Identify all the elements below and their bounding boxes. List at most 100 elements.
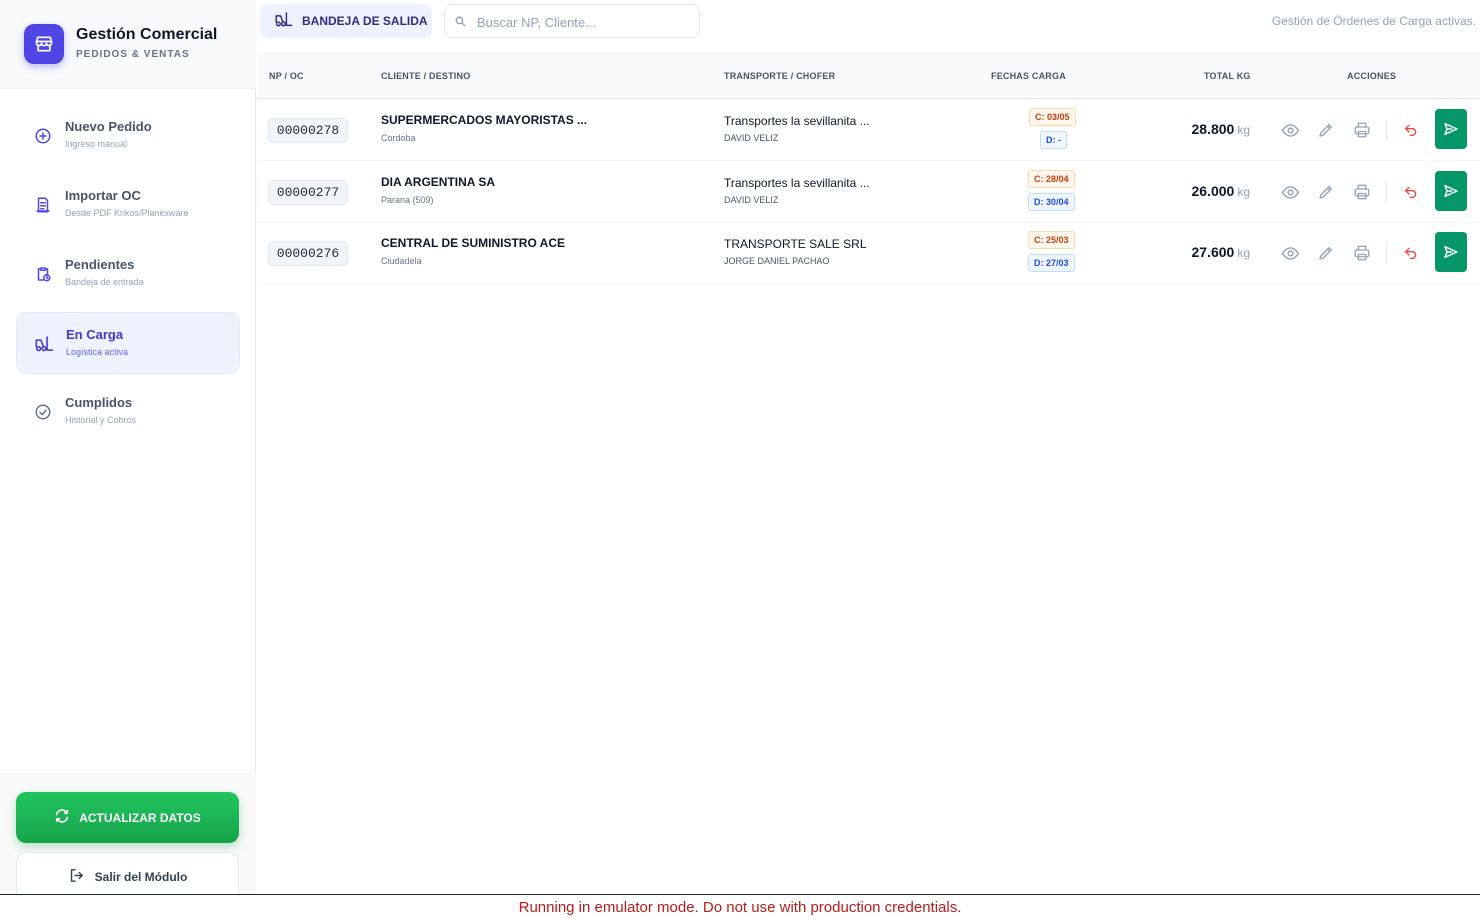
- view-icon[interactable]: [1279, 119, 1301, 141]
- emulator-warning-text: Running in emulator mode. Do not use wit…: [518, 899, 962, 916]
- search-input[interactable]: [477, 12, 692, 32]
- sidebar-item-sublabel: Bandeja de entrada: [65, 277, 144, 287]
- kg-unit: kg: [1237, 246, 1250, 260]
- kg-unit: kg: [1237, 185, 1250, 199]
- sidebar-item-sublabel: Ingreso manual: [65, 139, 128, 149]
- client-destination: Parana (509): [381, 195, 434, 205]
- total-kg-value: 26.000: [1191, 183, 1235, 199]
- divider: [1386, 120, 1387, 140]
- load-date-badge: C: 03/05: [1029, 108, 1076, 126]
- sidebar-nav: Nuevo Pedido Ingreso manual Importar OC …: [16, 105, 240, 450]
- forklift-icon: [33, 333, 55, 355]
- print-icon[interactable]: [1351, 181, 1373, 203]
- sidebar-item-sublabel: Logística activa: [66, 347, 129, 357]
- view-icon[interactable]: [1279, 242, 1301, 264]
- exit-module-label: Salir del Módulo: [94, 870, 188, 884]
- store-icon: [24, 24, 64, 64]
- edit-icon[interactable]: [1315, 181, 1337, 203]
- load-date-badge: C: 28/04: [1028, 170, 1075, 188]
- sidebar-item-label: En Carga: [66, 327, 124, 342]
- brand-title: Gestión Comercial: [76, 26, 218, 43]
- logout-icon: [68, 867, 85, 887]
- edit-icon[interactable]: [1315, 242, 1337, 264]
- clipboard-clock-icon: [32, 263, 54, 285]
- order-number: 00000276: [268, 241, 348, 266]
- delivery-date-badge: D: 27/03: [1028, 254, 1075, 272]
- refresh-data-label: ACTUALIZAR DATOS: [79, 810, 201, 825]
- column-header-transporte: TRANSPORTE / CHOFER: [724, 71, 836, 81]
- column-header-total-kg: TOTAL KG: [1204, 71, 1251, 81]
- divider: [1386, 243, 1387, 263]
- table-row: 00000277 DIA ARGENTINA SA Parana (509) T…: [257, 161, 1480, 223]
- client-name: DIA ARGENTINA SA: [381, 175, 495, 189]
- column-header-cliente: CLIENTE / DESTINO: [381, 71, 471, 81]
- sidebar-item-nuevo-pedido[interactable]: Nuevo Pedido Ingreso manual: [16, 105, 240, 167]
- refresh-icon: [54, 808, 70, 827]
- document-import-icon: [32, 194, 54, 216]
- tab-bandeja-de-salida[interactable]: BANDEJA DE SALIDA: [260, 4, 432, 38]
- divider: [1386, 182, 1387, 202]
- edit-icon[interactable]: [1315, 119, 1337, 141]
- column-header-np: NP / OC: [269, 71, 304, 81]
- table-row: 00000276 CENTRAL DE SUMINISTRO ACE Ciuda…: [257, 222, 1480, 284]
- emulator-warning-banner: Running in emulator mode. Do not use wit…: [0, 894, 1480, 920]
- top-bar: BANDEJA DE SALIDA Gestión de Órdenes de …: [257, 0, 1480, 45]
- total-kg-value: 28.800: [1191, 121, 1235, 137]
- undo-icon[interactable]: [1400, 242, 1422, 264]
- kg-unit: kg: [1237, 123, 1250, 137]
- sidebar: Gestión Comercial PEDIDOS & VENTAS Nuevo…: [0, 0, 256, 902]
- order-number: 00000277: [268, 180, 348, 205]
- delivery-date-badge: D: 30/04: [1028, 193, 1075, 211]
- send-button[interactable]: [1435, 171, 1467, 211]
- search-box: [444, 4, 700, 38]
- driver-name: DAVID VELIZ: [724, 195, 779, 205]
- view-icon[interactable]: [1279, 181, 1301, 203]
- search-icon: [454, 15, 467, 33]
- check-circle-icon: [32, 401, 54, 423]
- column-header-acciones: ACCIONES: [1347, 71, 1397, 81]
- client-name: SUPERMERCADOS MAYORISTAS ...: [381, 113, 588, 127]
- refresh-data-button[interactable]: ACTUALIZAR DATOS: [16, 792, 239, 843]
- send-button[interactable]: [1435, 109, 1467, 149]
- delivery-date-badge: D: -: [1040, 131, 1067, 149]
- brand-subtitle: PEDIDOS & VENTAS: [76, 49, 190, 60]
- sidebar-item-label: Pendientes: [65, 257, 135, 272]
- plus-circle-icon: [32, 125, 54, 147]
- sidebar-item-label: Cumplidos: [65, 395, 133, 410]
- sidebar-item-en-carga[interactable]: En Carga Logística activa: [16, 312, 240, 374]
- total-kg-value: 27.600: [1191, 244, 1235, 260]
- total-kg: 27.600 kg: [1191, 244, 1250, 260]
- sidebar-item-sublabel: Historial y Cobros: [65, 415, 137, 425]
- transport-name: Transportes la sevillanita ...: [724, 114, 870, 128]
- undo-icon[interactable]: [1400, 119, 1422, 141]
- print-icon[interactable]: [1351, 242, 1373, 264]
- sidebar-item-importar-oc[interactable]: Importar OC Desde PDF Krikos/Planexware: [16, 174, 240, 236]
- brand-header: Gestión Comercial PEDIDOS & VENTAS: [0, 0, 256, 89]
- order-number: 00000278: [268, 118, 348, 143]
- forklift-icon: [274, 11, 293, 31]
- transport-name: TRANSPORTE SALE SRL: [724, 237, 867, 251]
- total-kg: 28.800 kg: [1191, 121, 1250, 137]
- sidebar-item-pendientes[interactable]: Pendientes Bandeja de entrada: [16, 243, 240, 305]
- column-header-fechas: FECHAS CARGA: [991, 71, 1066, 81]
- client-destination: Ciudadela: [381, 256, 422, 266]
- sidebar-footer: ACTUALIZAR DATOS Salir del Módulo: [0, 773, 256, 902]
- sidebar-item-sublabel: Desde PDF Krikos/Planexware: [65, 208, 189, 218]
- send-button[interactable]: [1435, 232, 1467, 272]
- table-row: 00000278 SUPERMERCADOS MAYORISTAS ... Co…: [257, 99, 1480, 161]
- tab-label: BANDEJA DE SALIDA: [302, 14, 428, 28]
- driver-name: JORGE DANIEL PACHAO: [724, 256, 830, 266]
- client-name: CENTRAL DE SUMINISTRO ACE: [381, 236, 566, 250]
- sidebar-item-label: Importar OC: [65, 188, 141, 203]
- print-icon[interactable]: [1351, 119, 1373, 141]
- app: Gestión Comercial PEDIDOS & VENTAS Nuevo…: [0, 0, 1480, 902]
- table-header: NP / OC CLIENTE / DESTINO TRANSPORTE / C…: [257, 53, 1480, 99]
- sidebar-item-cumplidos[interactable]: Cumplidos Historial y Cobros: [16, 381, 240, 443]
- transport-name: Transportes la sevillanita ...: [724, 176, 870, 190]
- sidebar-item-label: Nuevo Pedido: [65, 119, 152, 134]
- undo-icon[interactable]: [1400, 181, 1422, 203]
- page-hint: Gestión de Órdenes de Carga activas.: [1271, 14, 1476, 28]
- driver-name: DAVID VELIZ: [724, 133, 779, 143]
- total-kg: 26.000 kg: [1191, 183, 1250, 199]
- main-content: BANDEJA DE SALIDA Gestión de Órdenes de …: [257, 0, 1480, 894]
